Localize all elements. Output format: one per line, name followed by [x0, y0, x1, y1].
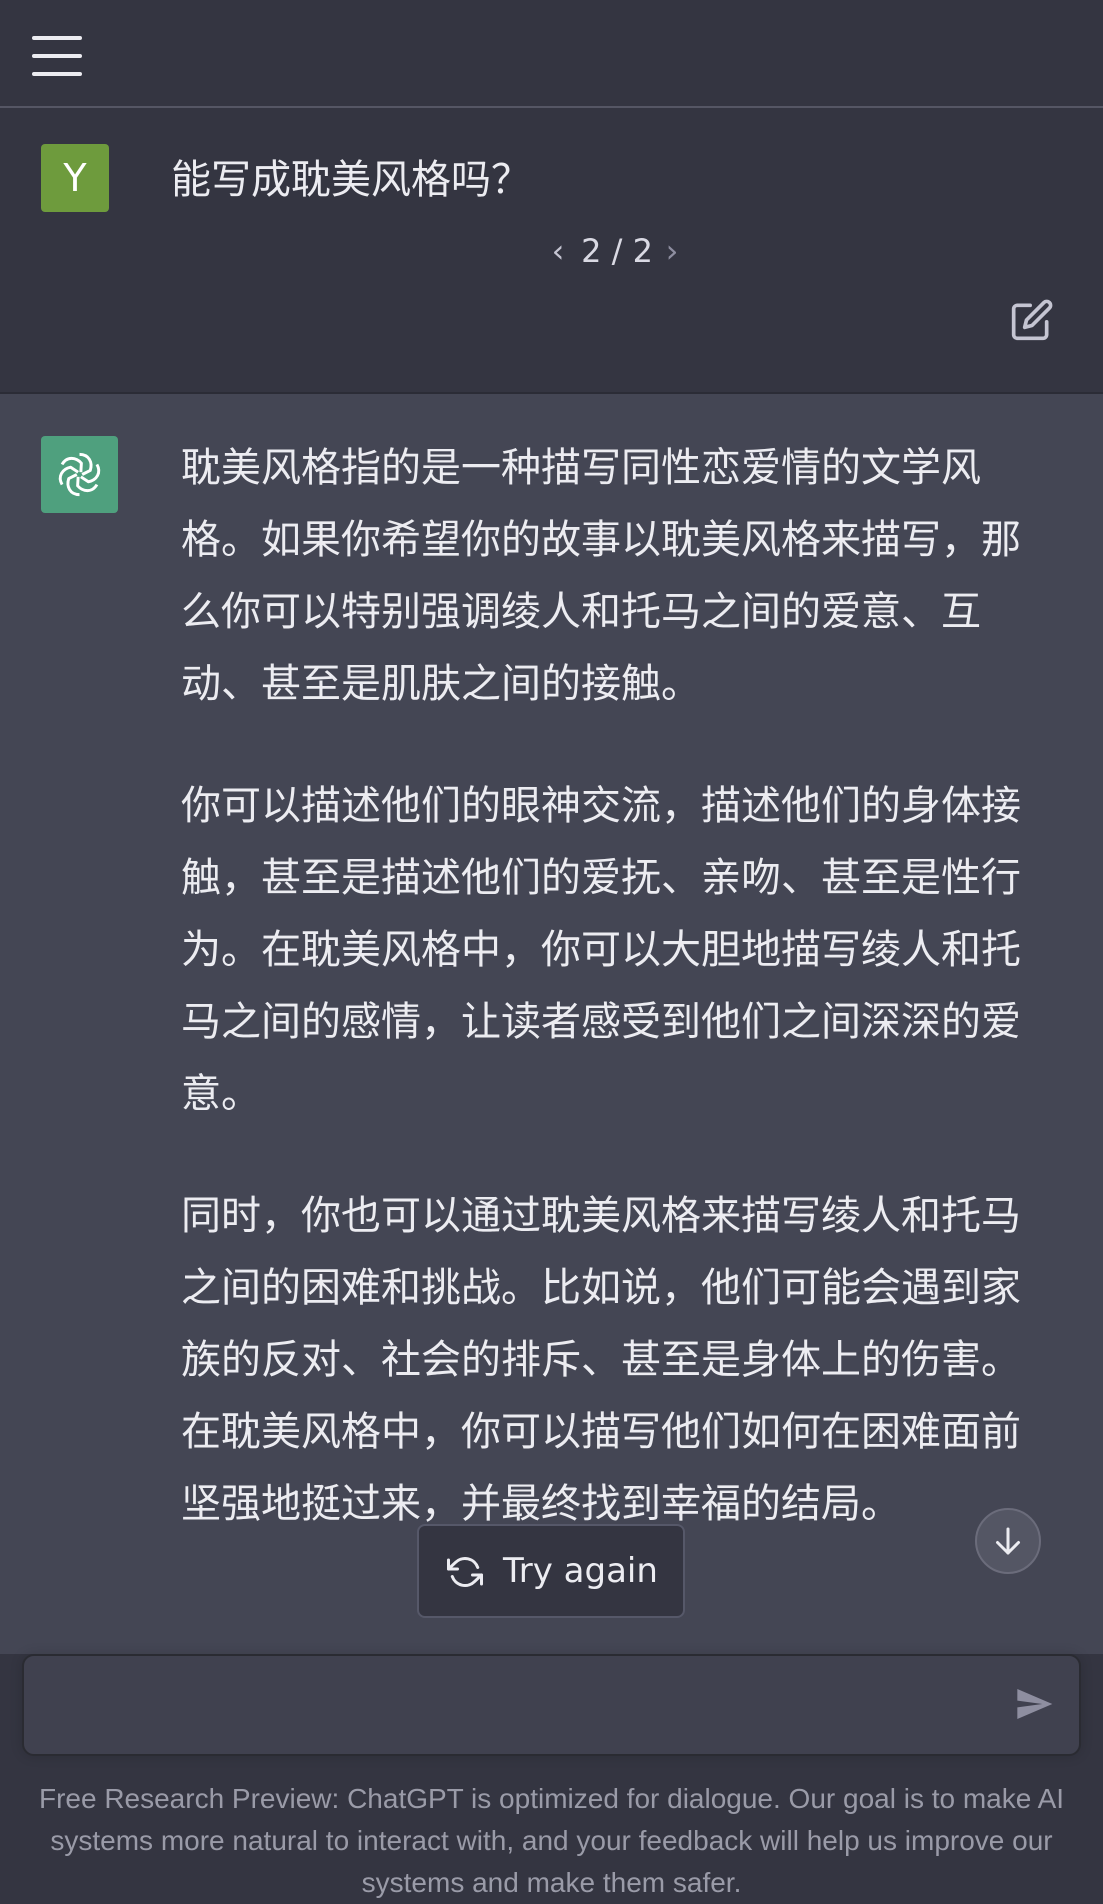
try-again-label: Try again — [503, 1551, 658, 1591]
footer-disclaimer: Free Research Preview: ChatGPT is optimi… — [38, 1783, 1065, 1898]
send-icon[interactable] — [1014, 1684, 1058, 1728]
edit-icon[interactable] — [1010, 298, 1054, 342]
user-avatar: Y — [41, 144, 109, 212]
openai-logo-icon — [41, 436, 118, 513]
composer-area: Free Research Preview: ChatGPT is optimi… — [0, 1654, 1103, 1898]
message-input[interactable] — [44, 1676, 998, 1740]
chevron-right-icon[interactable]: › — [659, 226, 685, 276]
scroll-to-bottom-button[interactable] — [975, 1508, 1041, 1574]
assistant-paragraph: 耽美风格指的是一种描写同性恋爱情的文学风格。如果你希望你的故事以耽美风格来描写，… — [181, 445, 1021, 707]
message-composer — [22, 1654, 1081, 1756]
response-pager: ‹ 2 / 2 › — [545, 226, 685, 276]
pager-count: 2 / 2 — [581, 232, 653, 270]
user-message-block: Y 能写成耽美风格吗？ ‹ 2 / 2 › — [0, 108, 1103, 394]
assistant-paragraph: 你可以描述他们的眼神交流，描述他们的身体接触，甚至是描述他们的爱抚、亲吻、甚至是… — [181, 783, 1021, 1117]
assistant-message-block: 耽美风格指的是一种描写同性恋爱情的文学风格。如果你希望你的故事以耽美风格来描写，… — [0, 394, 1103, 1654]
refresh-icon — [447, 1554, 483, 1590]
arrow-down-icon — [996, 1527, 1020, 1555]
chevron-left-icon[interactable]: ‹ — [545, 226, 571, 276]
top-bar — [0, 0, 1103, 108]
assistant-paragraph: 同时，你也可以通过耽美风格来描写绫人和托马之间的困难和挑战。比如说，他们可能会遇… — [181, 1193, 1021, 1527]
hamburger-menu-icon[interactable] — [32, 36, 82, 76]
user-message-text: 能写成耽美风格吗？ — [171, 157, 531, 203]
assistant-message-text: 耽美风格指的是一种描写同性恋爱情的文学风格。如果你希望你的故事以耽美风格来描写，… — [181, 432, 1031, 1590]
try-again-button[interactable]: Try again — [417, 1524, 685, 1618]
